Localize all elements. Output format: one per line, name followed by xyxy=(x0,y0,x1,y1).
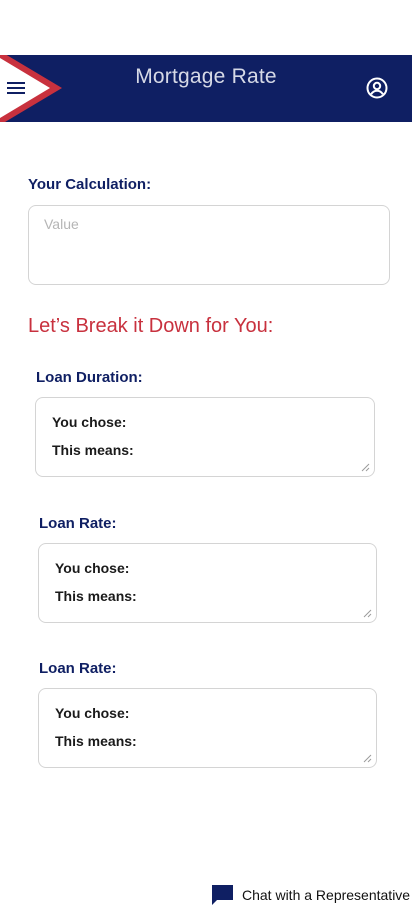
resize-grip-icon[interactable] xyxy=(363,609,372,618)
chat-bubble-icon xyxy=(212,885,233,905)
loan-duration-label: Loan Duration: xyxy=(36,369,143,386)
chat-with-representative-button[interactable]: Chat with a Representative xyxy=(212,884,410,906)
resize-grip-icon[interactable] xyxy=(363,754,372,763)
this-means-text: This means: xyxy=(52,442,134,458)
calculation-value-input[interactable] xyxy=(28,205,390,285)
loan-rate-textbox-2[interactable]: You chose: This means: xyxy=(38,688,377,768)
calculation-label: Your Calculation: xyxy=(28,176,152,193)
page-title: Mortgage Rate xyxy=(135,65,277,88)
you-chose-text: You chose: xyxy=(55,560,130,576)
loan-duration-textbox[interactable]: You chose: This means: xyxy=(35,397,375,477)
you-chose-text: You chose: xyxy=(52,414,127,430)
loan-rate-textbox[interactable]: You chose: This means: xyxy=(38,543,377,623)
loan-rate-label: Loan Rate: xyxy=(39,515,117,532)
this-means-text: This means: xyxy=(55,733,137,749)
breakdown-title: Let’s Break it Down for You: xyxy=(28,315,274,337)
chat-label: Chat with a Representative xyxy=(242,887,411,903)
loan-rate-label-2: Loan Rate: xyxy=(39,660,117,677)
app-header: Mortgage Rate xyxy=(0,55,412,122)
this-means-text: This means: xyxy=(55,588,137,604)
hamburger-menu-icon-bar xyxy=(7,92,25,94)
resize-grip-icon[interactable] xyxy=(361,463,370,472)
user-circle-icon[interactable] xyxy=(365,76,389,100)
you-chose-text: You chose: xyxy=(55,705,130,721)
